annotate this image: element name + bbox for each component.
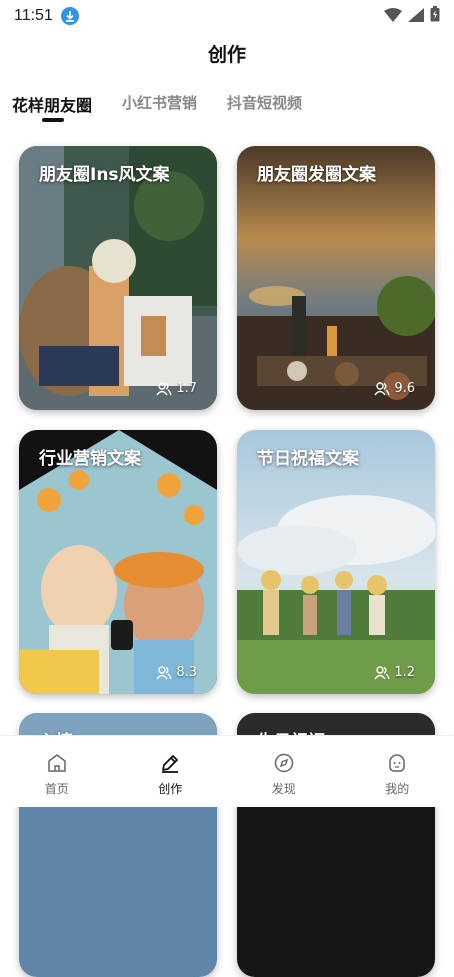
nav-label: 首页 — [45, 780, 69, 797]
card-title: 朋友圈Ins风文案 — [39, 160, 170, 185]
card-holiday-greetings[interactable]: 节日祝福文案 1.2 — [237, 430, 435, 694]
card-user-count: 1.2 — [374, 665, 415, 680]
card-title: 行业营销文案 — [39, 444, 141, 469]
nav-discover[interactable]: 发现 — [227, 736, 341, 807]
card-industry-marketing[interactable]: 行业营销文案 8.3 — [19, 430, 217, 694]
signal-icon — [408, 7, 424, 26]
status-time: 11:51 — [14, 7, 53, 25]
card-ins-style[interactable]: 朋友圈Ins风文案 1.7 — [19, 146, 217, 410]
card-image — [19, 430, 217, 694]
pen-icon — [159, 752, 181, 774]
card-image — [19, 146, 217, 410]
bottom-nav: 首页 创作 发现 我的 — [0, 735, 454, 807]
users-icon — [374, 666, 390, 680]
nav-mine[interactable]: 我的 — [341, 736, 454, 807]
category-tabs: 花样朋友圈 小红书营销 抖音短视频 — [12, 92, 442, 132]
users-icon — [156, 666, 172, 680]
nav-label: 发现 — [272, 780, 296, 797]
tab-douyin[interactable]: 抖音短视频 — [227, 92, 302, 113]
count-value: 9.6 — [394, 381, 415, 396]
card-moments-post[interactable]: 朋友圈发圈文案 9.6 — [237, 146, 435, 410]
card-user-count: 1.7 — [156, 381, 197, 396]
users-icon — [374, 382, 390, 396]
count-value: 1.2 — [394, 665, 415, 680]
face-icon — [386, 752, 408, 774]
nav-home[interactable]: 首页 — [0, 736, 114, 807]
card-title: 节日祝福文案 — [257, 444, 359, 469]
tab-xiaohongshu[interactable]: 小红书营销 — [122, 92, 197, 113]
card-title: 朋友圈发圈文案 — [257, 160, 376, 185]
card-image — [237, 430, 435, 694]
wifi-icon — [384, 7, 402, 26]
card-user-count: 8.3 — [156, 665, 197, 680]
nav-create[interactable]: 创作 — [114, 736, 228, 807]
card-image — [237, 146, 435, 410]
count-value: 1.7 — [176, 381, 197, 396]
users-icon — [156, 382, 172, 396]
home-icon — [46, 752, 68, 774]
count-value: 8.3 — [176, 665, 197, 680]
tab-moments[interactable]: 花样朋友圈 — [12, 92, 92, 116]
status-bar: 11:51 — [0, 0, 454, 32]
card-user-count: 9.6 — [374, 381, 415, 396]
battery-icon — [430, 6, 440, 26]
nav-label: 创作 — [158, 780, 182, 797]
page-title: 创作 — [0, 40, 454, 67]
nav-label: 我的 — [385, 780, 409, 797]
compass-icon — [273, 752, 295, 774]
download-icon — [61, 7, 79, 25]
